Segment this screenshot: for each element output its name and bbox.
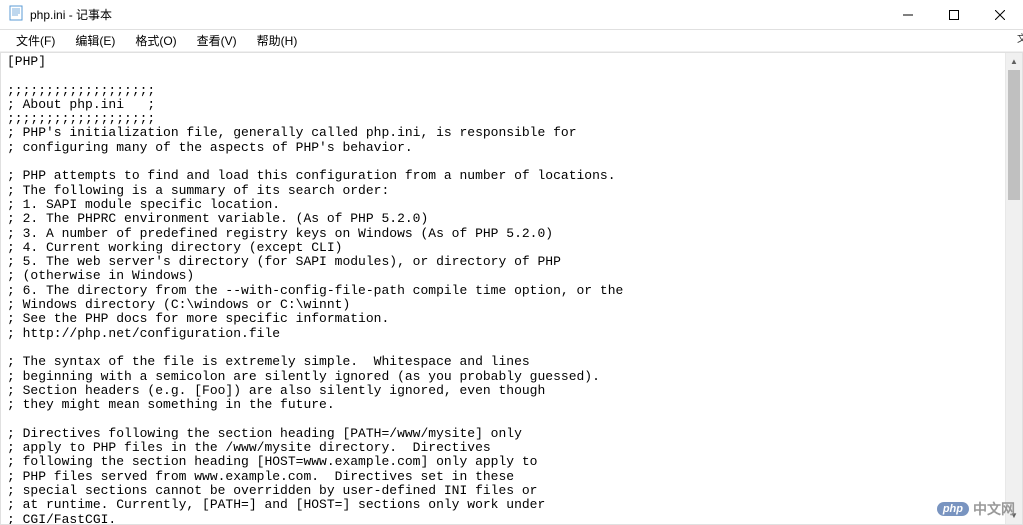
scroll-up-button[interactable]: ▲ [1006,53,1022,70]
menubar: 文件(F) 编辑(E) 格式(O) 查看(V) 帮助(H) [0,30,1023,52]
text-content[interactable]: [PHP] ;;;;;;;;;;;;;;;;;;; ; About php.in… [1,53,1022,524]
php-badge-icon: php [937,502,969,516]
menu-format[interactable]: 格式(O) [127,30,184,51]
maximize-button[interactable] [931,0,977,29]
watermark-text: 中文网 [973,499,1015,519]
vertical-scrollbar[interactable]: ▲ ▼ [1005,53,1022,524]
scroll-thumb[interactable] [1008,70,1020,200]
right-edge-fragment: 文 [1017,30,1023,50]
editor-area: [PHP] ;;;;;;;;;;;;;;;;;;; ; About php.in… [0,52,1023,525]
menu-view[interactable]: 查看(V) [189,30,245,51]
window-title: php.ini - 记事本 [30,6,112,23]
menu-help[interactable]: 帮助(H) [249,30,306,51]
scroll-track[interactable] [1006,70,1022,507]
titlebar: php.ini - 记事本 [0,0,1023,30]
notepad-icon [8,5,24,24]
watermark: php 中文网 [937,499,1015,519]
menu-edit[interactable]: 编辑(E) [67,30,123,51]
minimize-button[interactable] [885,0,931,29]
menu-file[interactable]: 文件(F) [8,30,63,51]
titlebar-left: php.ini - 记事本 [0,5,112,24]
close-button[interactable] [977,0,1023,29]
window-controls [885,0,1023,29]
